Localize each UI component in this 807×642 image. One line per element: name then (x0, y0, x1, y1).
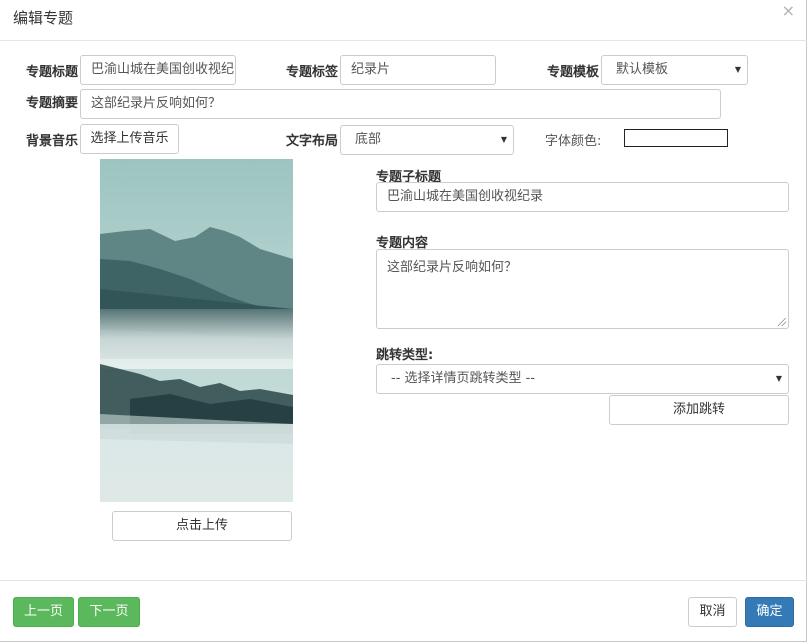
tag-label: 专题标签 (286, 65, 339, 80)
layout-label: 文字布局 (286, 134, 339, 149)
title-input[interactable]: 巴渝山城在美国创收视纪录 (80, 55, 236, 85)
next-page-button[interactable]: 下一页 (78, 597, 140, 627)
dialog-title: 编辑专题 (13, 9, 74, 27)
layout-select-value: 底部 (355, 132, 382, 147)
chevron-down-icon: ▼ (775, 374, 782, 383)
cancel-button[interactable]: 取消 (688, 597, 737, 627)
summary-input[interactable]: 这部纪录片反响如何？ (80, 89, 721, 119)
font-color-label: 字体颜色: (545, 134, 602, 149)
add-jump-button[interactable]: 添加跳转 (609, 395, 789, 425)
close-icon[interactable]: × (782, 2, 795, 20)
layout-select[interactable]: 底部 ▼ (340, 125, 514, 155)
subtitle-input[interactable]: 巴渝山城在美国创收视纪录 (376, 182, 789, 212)
footer-divider (0, 580, 807, 581)
background-preview-image (100, 159, 293, 502)
template-select-value: 默认模板 (616, 62, 669, 77)
template-label: 专题模板 (547, 65, 600, 80)
choose-music-button[interactable]: 选择上传音乐 (80, 124, 179, 154)
content-textarea[interactable]: 这部纪录片反响如何？ (376, 249, 789, 329)
content-text: 这部纪录片反响如何？ (387, 260, 518, 275)
music-label: 背景音乐 (26, 134, 79, 149)
jump-type-label: 跳转类型: (376, 348, 434, 363)
edit-topic-dialog: 编辑专题 × 专题标题 巴渝山城在美国创收视纪录 专题标签 纪录片 专题模板 默… (0, 0, 807, 642)
jump-type-select[interactable]: -- 选择详情页跳转类型 -- ▼ (376, 364, 789, 394)
tag-input[interactable]: 纪录片 (340, 55, 496, 85)
dialog-header: 编辑专题 × (0, 0, 807, 41)
title-label: 专题标题 (26, 65, 79, 80)
prev-page-button[interactable]: 上一页 (13, 597, 74, 627)
jump-type-placeholder: -- 选择详情页跳转类型 -- (391, 371, 536, 386)
confirm-button[interactable]: 确定 (745, 597, 794, 627)
template-select[interactable]: 默认模板 ▼ (601, 55, 748, 85)
resize-grip-icon[interactable] (778, 318, 786, 326)
summary-label: 专题摘要 (26, 96, 79, 111)
chevron-down-icon: ▼ (734, 65, 741, 74)
font-color-picker[interactable] (624, 129, 728, 147)
upload-button[interactable]: 点击上传 (112, 511, 292, 541)
chevron-down-icon: ▼ (500, 135, 507, 144)
